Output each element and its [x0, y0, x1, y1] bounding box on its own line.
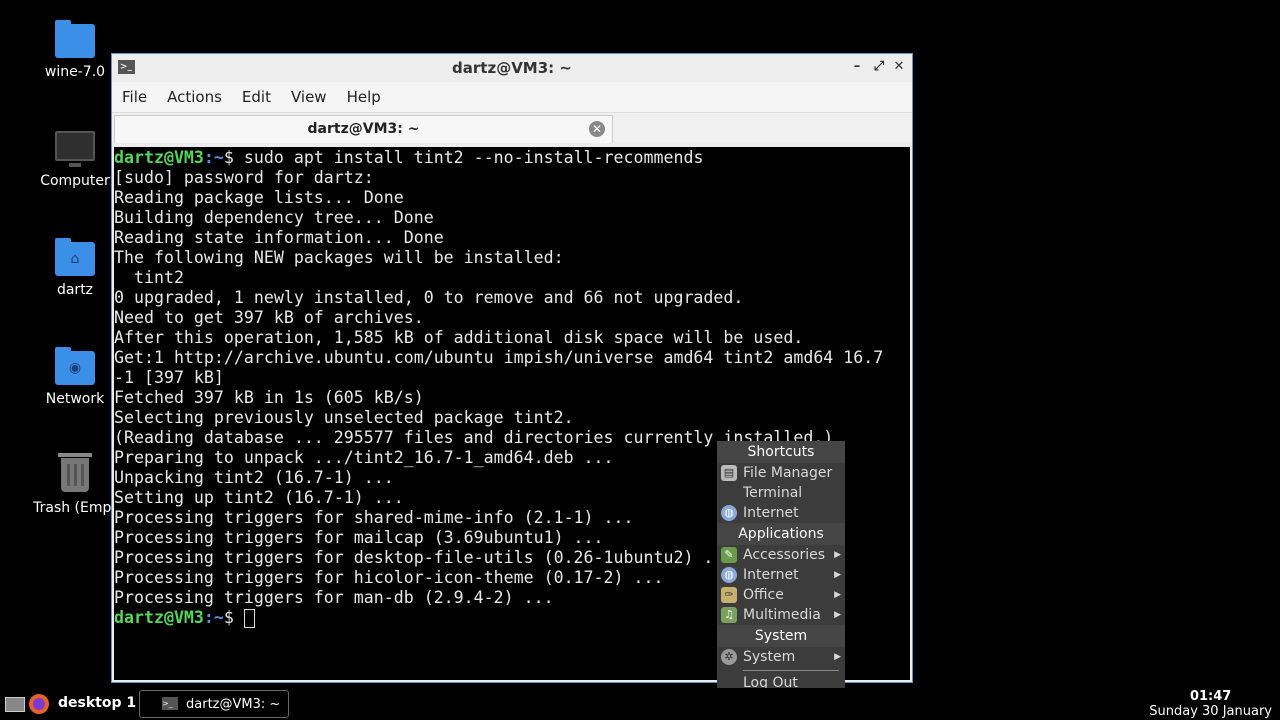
chevron-right-icon: ▶	[834, 610, 841, 620]
menu-help[interactable]: Help	[337, 82, 391, 106]
tab-terminal[interactable]: dartz@VM3: ~ ✕	[114, 115, 613, 143]
terminal-output-line: 0 upgraded, 1 newly installed, 0 to remo…	[114, 288, 744, 307]
menu-view[interactable]: View	[281, 82, 337, 106]
root-context-menu: Shortcuts ▤ File Manager Terminal ◍ Intern…	[717, 441, 845, 698]
firefox-icon[interactable]	[29, 694, 49, 714]
chevron-right-icon: ▶	[834, 590, 841, 600]
file-manager-icon: ▤	[721, 465, 737, 481]
menu-item-accessories[interactable]: ✎ Accessories ▶	[717, 545, 845, 565]
terminal-output-line: Get:1 http://archive.ubuntu.com/ubuntu i…	[114, 348, 884, 367]
home-folder-icon: ⌂	[55, 238, 95, 276]
tab-title: dartz@VM3: ~	[307, 121, 420, 137]
tab-close-icon[interactable]: ✕	[589, 121, 605, 137]
menu-bar: File Actions Edit View Help	[112, 82, 912, 113]
tab-bar: dartz@VM3: ~ ✕	[112, 113, 912, 143]
terminal-output-line: After this operation, 1,585 kB of additi…	[114, 328, 804, 347]
menu-item-internet[interactable]: ◍ Internet ▶	[717, 565, 845, 585]
gear-icon: ✲	[721, 649, 737, 665]
start-menu-icon[interactable]	[5, 697, 25, 712]
menu-header-shortcuts: Shortcuts	[717, 441, 845, 463]
prompt-symbol: $	[223, 148, 244, 167]
chevron-right-icon: ▶	[834, 570, 841, 580]
command-line: dartz@VM3:~$ sudo apt install tint2 --no…	[114, 148, 910, 168]
menu-item-multimedia[interactable]: ♫ Multimedia ▶	[717, 605, 845, 625]
menu-item-internet-shortcut[interactable]: ◍ Internet	[717, 503, 845, 523]
clock-date: Sunday 30 January	[1149, 704, 1272, 719]
chevron-right-icon: ▶	[834, 652, 841, 662]
menu-item-file-manager[interactable]: ▤ File Manager	[717, 463, 845, 483]
taskbar-task-terminal[interactable]: >_ dartz@VM3: ~	[139, 690, 289, 718]
menu-item-office[interactable]: ✑ Office ▶	[717, 585, 845, 605]
multimedia-icon: ♫	[721, 607, 737, 623]
taskbar: desktop 1 >_ dartz@VM3: ~ 01:47 Sunday 3…	[0, 688, 1280, 720]
prompt-path: :~	[203, 148, 224, 167]
close-button[interactable]: ✕	[890, 58, 908, 76]
menu-separator	[743, 670, 839, 671]
menu-actions[interactable]: Actions	[157, 82, 232, 106]
terminal-output-line: Selecting previously unselected package …	[114, 408, 574, 427]
folder-icon	[55, 20, 95, 58]
clock-time: 01:47	[1189, 689, 1232, 704]
globe-icon: ◍	[721, 567, 737, 583]
prompt-user: dartz@VM3	[114, 608, 204, 627]
command-text: sudo apt install tint2 --no-install-reco…	[243, 148, 704, 167]
menu-header-applications: Applications	[717, 523, 845, 545]
minimize-button[interactable]: –	[848, 58, 866, 76]
terminal-output-line: The following NEW packages will be insta…	[114, 248, 564, 267]
terminal-output-line: [sudo] password for dartz:	[114, 168, 374, 187]
window-titlebar[interactable]: >_ dartz@VM3: ~ – ⤢ ✕	[112, 54, 912, 82]
terminal-icon: >_	[162, 697, 178, 710]
prompt-user: dartz@VM3	[114, 148, 204, 167]
prompt-path: :~	[203, 608, 224, 627]
network-folder-icon: ◉	[55, 347, 95, 385]
chevron-right-icon: ▶	[834, 550, 841, 560]
terminal-output-line: Reading package lists... Done	[114, 188, 404, 207]
globe-icon: ◍	[721, 505, 737, 521]
window-title: dartz@VM3: ~	[452, 59, 572, 77]
menu-item-system[interactable]: ✲ System ▶	[717, 647, 845, 667]
desktop-switcher[interactable]: desktop 1	[58, 695, 136, 711]
office-icon: ✑	[721, 587, 737, 603]
accessories-icon: ✎	[721, 547, 737, 563]
computer-icon	[55, 131, 95, 167]
menu-item-terminal[interactable]: Terminal	[717, 483, 845, 503]
menu-header-system: System	[717, 625, 845, 647]
clock[interactable]: 01:47 Sunday 30 January	[1149, 689, 1272, 719]
terminal-output-line: tint2	[114, 268, 184, 287]
menu-edit[interactable]: Edit	[232, 82, 281, 106]
terminal-output-line: Need to get 397 kB of archives.	[114, 308, 424, 327]
menu-file[interactable]: File	[112, 82, 157, 106]
maximize-button[interactable]: ⤢	[870, 58, 888, 76]
terminal-output-line: Fetched 397 kB in 1s (605 kB/s)	[114, 388, 424, 407]
terminal-output-line: -1 [397 kB]	[114, 368, 224, 387]
prompt-symbol: $	[223, 608, 244, 627]
terminal-output-line: Building dependency tree... Done	[114, 208, 434, 227]
trash-icon	[58, 453, 92, 492]
task-title: dartz@VM3: ~	[186, 697, 281, 712]
text-cursor	[243, 609, 255, 628]
terminal-output-line: Reading state information... Done	[114, 228, 444, 247]
